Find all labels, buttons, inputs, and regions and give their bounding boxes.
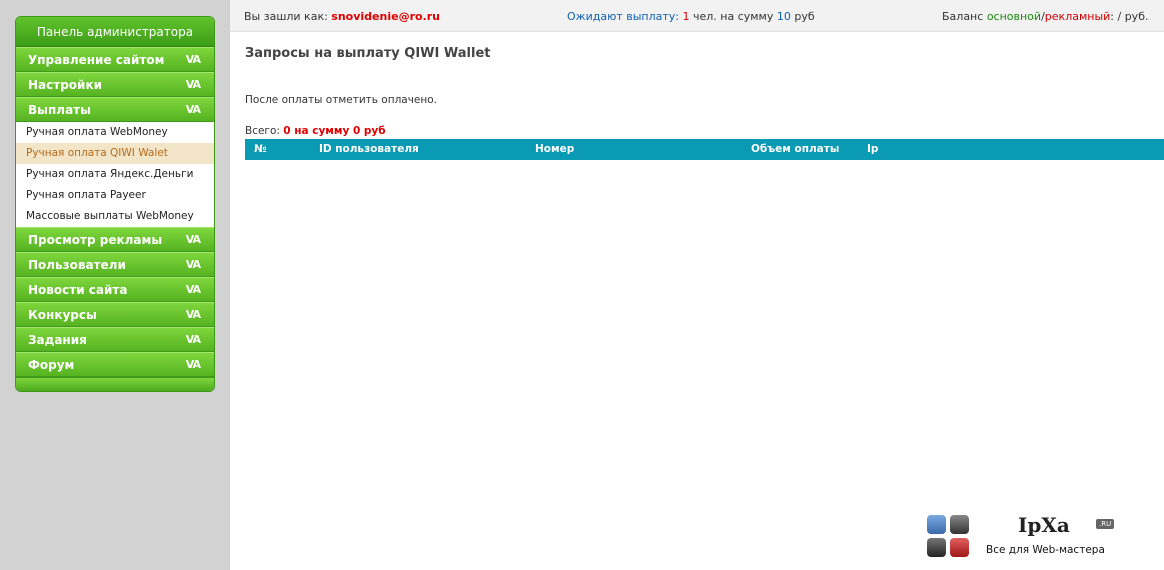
page-title: Запросы на выплату QIWI Wallet [245,46,491,61]
logo-name: IpXa [1018,513,1070,537]
total-summary: Всего: 0 на сумму 0 руб [245,125,386,137]
section-label: Управление сайтом [28,53,165,67]
expand-chevron-icon: VA [185,333,201,346]
table-header: № ID пользователя Номер Объем оплаты Ip [245,139,1164,160]
section-news[interactable]: Новости сайта VA [16,277,214,302]
expand-chevron-icon: VA [185,283,201,296]
section-label: Конкурсы [28,308,97,322]
logo-square-icon [927,515,946,534]
balance-ad: рекламный [1044,10,1111,23]
column-header-amount: Объем оплаты [751,143,840,155]
balance-label: Баланс [942,10,984,23]
sidebar: Панель администратора Управление сайтом … [0,0,230,570]
payouts-submenu: Ручная оплата WebMoney Ручная оплата QIW… [16,122,214,227]
expand-chevron-icon: VA [185,233,201,246]
balance-tail: : / руб. [1110,10,1149,23]
section-label: Выплаты [28,103,91,117]
panel-title: Панель администратора [16,17,214,47]
section-label: Пользователи [28,258,126,272]
section-forum[interactable]: Форум VA [16,352,214,377]
section-label: Задания [28,333,87,347]
submenu-item-qiwi[interactable]: Ручная оплата QIWI Walet [16,143,214,164]
pending-payouts: Ожидают выплату: 1 чел. на сумму 10 руб [567,10,815,23]
pending-count: 1 [682,10,690,23]
column-header-user-id: ID пользователя [319,143,419,155]
section-label: Просмотр рекламы [28,233,163,247]
section-settings[interactable]: Настройки VA [16,72,214,97]
balance-main: основной [986,10,1042,23]
logo-tagline: Все для Web-мастера [986,544,1105,556]
logo-square-icon [950,515,969,534]
expand-chevron-icon: VA [185,53,201,66]
expand-chevron-icon: VA [185,103,201,116]
top-status-bar: Вы зашли как: snovidenie@ro.ru Ожидают в… [230,0,1164,32]
panel-footer [16,377,214,391]
submenu-item-payeer[interactable]: Ручная оплата Payeer [16,185,214,206]
expand-chevron-icon: VA [185,78,201,91]
column-header-number: № [254,143,267,155]
column-header-ip: Ip [867,143,879,155]
section-payouts[interactable]: Выплаты VA [16,97,214,122]
section-tasks[interactable]: Задания VA [16,327,214,352]
column-header-wallet-number: Номер [535,143,575,155]
login-user[interactable]: snovidenie@ro.ru [331,10,440,23]
section-label: Настройки [28,78,103,92]
admin-panel: Панель администратора Управление сайтом … [15,16,215,392]
total-value: 0 на сумму 0 руб [283,125,386,137]
expand-chevron-icon: VA [185,308,201,321]
logo-square-icon [927,538,946,557]
section-contests[interactable]: Конкурсы VA [16,302,214,327]
ipxa-logo[interactable]: IpXa .RU Все для Web-мастера [924,513,1124,559]
submenu-item-yandex[interactable]: Ручная оплата Яндекс.Деньги [16,164,214,185]
section-label: Форум [28,358,75,372]
balance-info: Баланс основной/рекламный: / руб. [942,10,1148,23]
logo-tld: .RU [1096,519,1115,529]
submenu-item-mass-webmoney[interactable]: Массовые выплаты WebMoney [16,206,214,227]
expand-chevron-icon: VA [185,358,201,371]
payment-note: После оплаты отметить оплачено. [245,94,438,106]
logo-square-icon [950,538,969,557]
total-label: Всего: [245,125,280,137]
section-label: Новости сайта [28,283,128,297]
pending-unit: руб [794,10,815,23]
submenu-item-webmoney[interactable]: Ручная оплата WebMoney [16,122,214,143]
pending-label[interactable]: Ожидают выплату: [567,10,679,23]
login-label: Вы зашли как: [244,10,328,23]
pending-sum: 10 [776,10,791,23]
pending-mid: чел. на сумму [692,10,774,23]
section-ad-views[interactable]: Просмотр рекламы VA [16,227,214,252]
expand-chevron-icon: VA [185,258,201,271]
login-info: Вы зашли как: snovidenie@ro.ru [244,10,440,23]
section-users[interactable]: Пользователи VA [16,252,214,277]
section-site-management[interactable]: Управление сайтом VA [16,47,214,72]
